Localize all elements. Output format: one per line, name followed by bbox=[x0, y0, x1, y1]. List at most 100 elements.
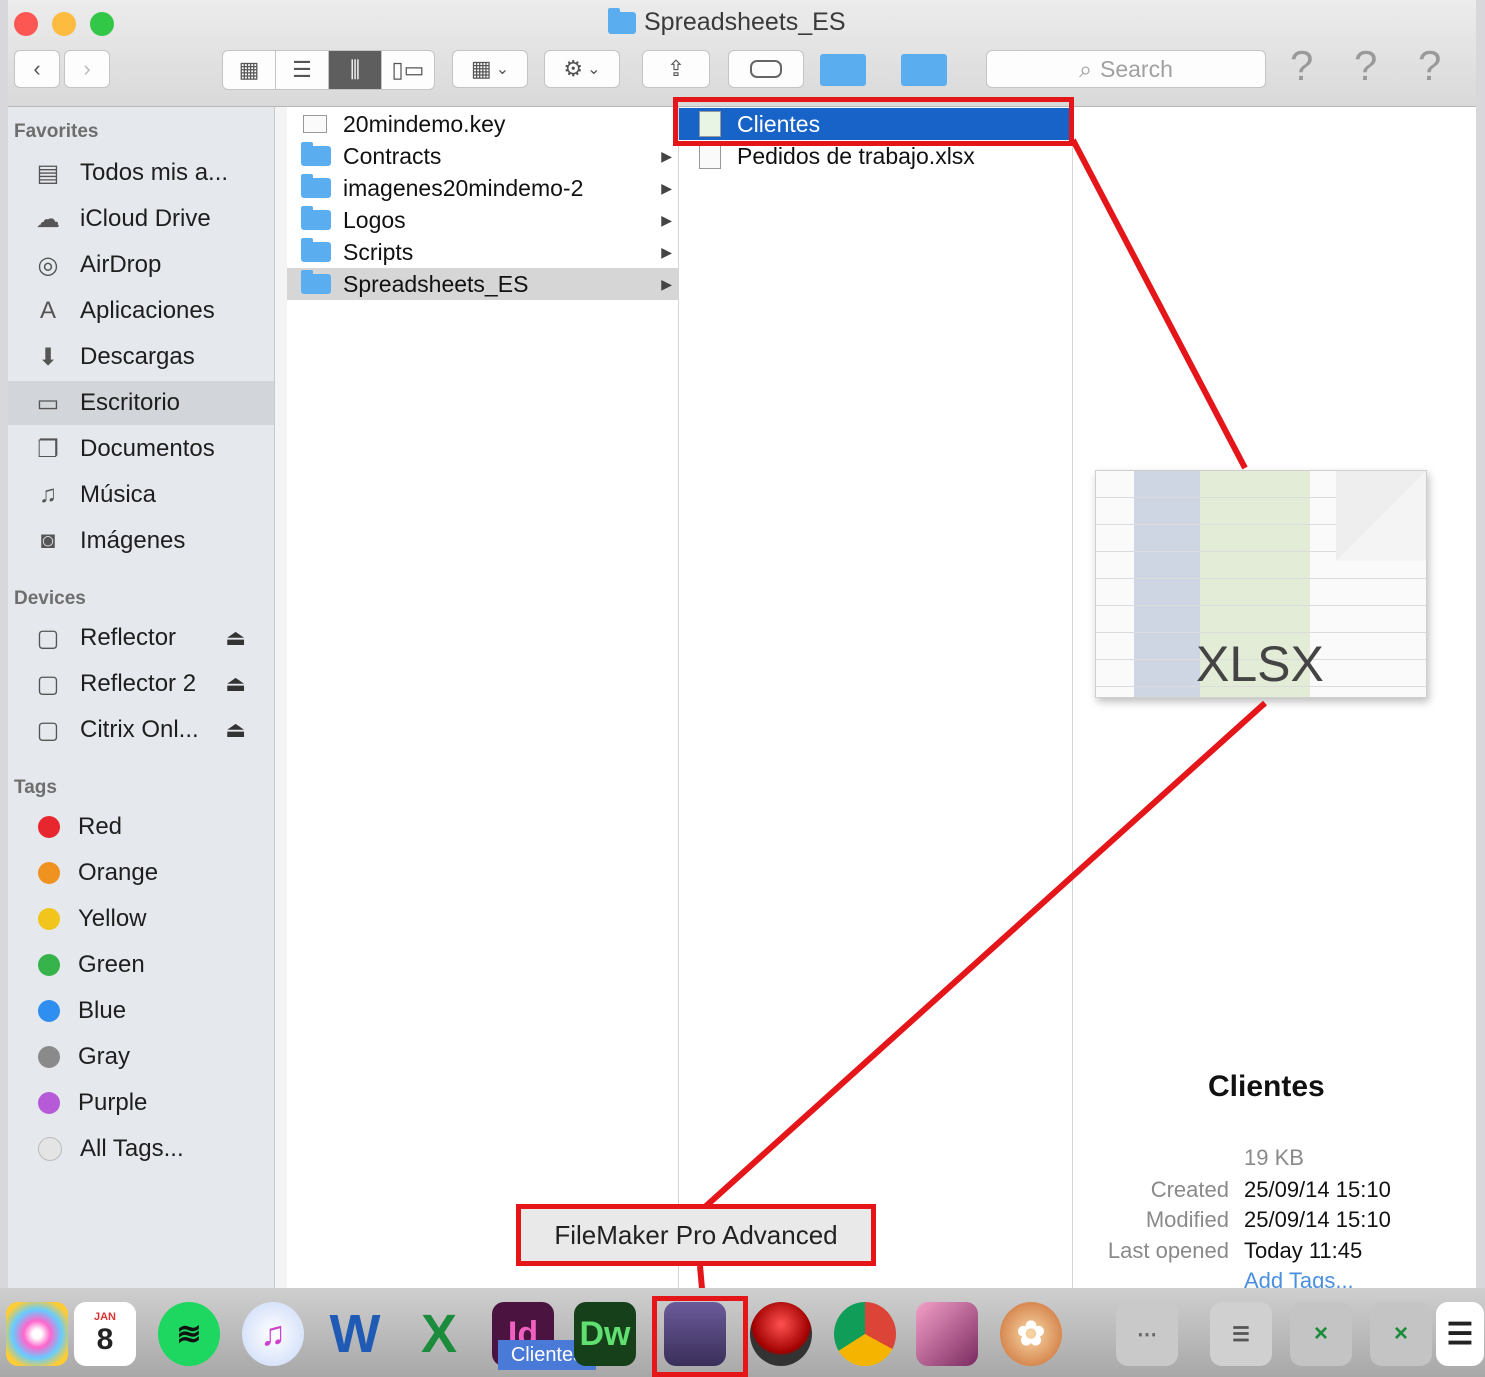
list-item[interactable]: imagenes20mindemo-2 ▶ bbox=[287, 172, 678, 204]
preview-size: 19 KB bbox=[1244, 1145, 1304, 1170]
search-icon: ⌕ bbox=[1079, 55, 1092, 82]
chrome-app-icon[interactable] bbox=[834, 1302, 896, 1366]
window-title: Spreadsheets_ES bbox=[608, 7, 846, 37]
sidebar-tag-gray[interactable]: Gray bbox=[8, 1035, 274, 1079]
help-icon[interactable]: ? bbox=[1418, 42, 1441, 90]
list-item[interactable]: Contracts ▶ bbox=[287, 140, 678, 172]
spotify-app-icon[interactable]: ≋ bbox=[158, 1302, 220, 1366]
airdrop-icon: ◎ bbox=[37, 251, 59, 279]
annotation-box bbox=[516, 1204, 876, 1266]
sidebar-item-airdrop[interactable]: ◎ AirDrop bbox=[8, 243, 274, 287]
record-app-icon[interactable] bbox=[750, 1302, 812, 1366]
sidebar-item-desktop[interactable]: ▭ Escritorio bbox=[8, 381, 274, 425]
keynote-file-icon bbox=[303, 115, 327, 133]
sidebar-tag-blue[interactable]: Blue bbox=[8, 989, 274, 1033]
download-icon: ⬇ bbox=[37, 343, 59, 371]
folder-icon[interactable] bbox=[901, 54, 947, 86]
chevron-down-icon: ⌄ bbox=[587, 61, 601, 78]
list-item[interactable]: Logos ▶ bbox=[287, 204, 678, 236]
calendar-app-icon[interactable]: JAN 8 bbox=[74, 1302, 136, 1366]
sidebar: Favorites ▤ Todos mis a... ☁ iCloud Drive … bbox=[8, 107, 275, 1300]
sidebar-item-documents[interactable]: ❐ Documentos bbox=[8, 427, 274, 471]
sidebar-item-pictures[interactable]: ◙ Imágenes bbox=[8, 519, 274, 563]
sidebar-item-device[interactable]: ▢ Citrix Onl... ⏏ bbox=[8, 708, 274, 752]
drive-icon: ▢ bbox=[36, 670, 60, 698]
eject-icon[interactable]: ⏏ bbox=[225, 717, 246, 743]
sidebar-item-device[interactable]: ▢ Reflector 2 ⏏ bbox=[8, 662, 274, 706]
spreadsheet-file-icon bbox=[699, 143, 721, 169]
toolbar: Spreadsheets_ES ‹ › ▦ ☰ ⫼ ▯▭ ▦ ⌄ ⚙ ⌄ ⇪ ⌕ Se… bbox=[8, 0, 1476, 107]
document-thumbnail-icon[interactable]: ☰ bbox=[1210, 1302, 1272, 1366]
tag-dot-icon bbox=[38, 1137, 62, 1161]
gear-icon: ⚙ bbox=[563, 56, 584, 81]
book-app-icon[interactable] bbox=[916, 1302, 978, 1366]
folder-icon[interactable] bbox=[820, 54, 866, 86]
notes-app-icon[interactable]: ☰ bbox=[1436, 1302, 1484, 1366]
share-button[interactable]: ⇪ bbox=[642, 50, 710, 88]
folder-icon bbox=[301, 270, 331, 294]
dreamweaver-app-icon[interactable]: Dw bbox=[574, 1302, 636, 1366]
list-view-icon[interactable]: ☰ bbox=[276, 51, 329, 89]
minimize-button[interactable] bbox=[52, 12, 76, 36]
disclosure-arrow-icon: ▶ bbox=[661, 179, 672, 196]
search-field[interactable]: ⌕ Search bbox=[986, 50, 1266, 88]
file-preview-thumbnail: XLSX bbox=[1095, 470, 1427, 698]
arrange-button[interactable]: ▦ ⌄ bbox=[452, 50, 528, 88]
forward-button[interactable]: › bbox=[64, 50, 110, 88]
tag-dot-icon bbox=[38, 816, 60, 838]
list-item-selected[interactable]: Spreadsheets_ES ▶ bbox=[287, 268, 678, 300]
chevron-down-icon: ⌄ bbox=[495, 61, 510, 78]
excel-app-icon[interactable]: X bbox=[408, 1302, 470, 1366]
word-app-icon[interactable]: W bbox=[324, 1302, 386, 1366]
flower-app-icon[interactable]: ✿ bbox=[1000, 1302, 1062, 1366]
action-button[interactable]: ⚙ ⌄ bbox=[544, 50, 620, 88]
document-thumbnail-icon[interactable]: ⋯ bbox=[1116, 1302, 1178, 1366]
sidebar-tag-orange[interactable]: Orange bbox=[8, 851, 274, 895]
sidebar-item-device[interactable]: ▢ Reflector ⏏ bbox=[8, 616, 274, 660]
modified-value: 25/09/14 15:10 bbox=[1244, 1207, 1391, 1232]
tag-dot-icon bbox=[38, 954, 60, 976]
column-view-icon[interactable]: ⫼ bbox=[329, 51, 382, 89]
eject-icon[interactable]: ⏏ bbox=[225, 671, 246, 697]
folder-icon bbox=[301, 174, 331, 198]
sidebar-tag-purple[interactable]: Purple bbox=[8, 1081, 274, 1125]
disclosure-arrow-icon: ▶ bbox=[661, 147, 672, 164]
drive-icon: ▢ bbox=[36, 716, 60, 744]
sidebar-item-music[interactable]: ♫ Música bbox=[8, 473, 274, 517]
sidebar-item-all-files[interactable]: ▤ Todos mis a... bbox=[8, 151, 274, 195]
close-button[interactable] bbox=[14, 12, 38, 36]
tag-dot-icon bbox=[38, 1000, 60, 1022]
sidebar-item-icloud[interactable]: ☁ iCloud Drive bbox=[8, 197, 274, 241]
itunes-app-icon[interactable]: ♫ bbox=[242, 1302, 304, 1366]
file-type-label: XLSX bbox=[1196, 636, 1324, 692]
tags-button[interactable] bbox=[728, 50, 804, 88]
apps-icon: A bbox=[39, 297, 56, 324]
zoom-button[interactable] bbox=[90, 12, 114, 36]
column-browser-1: 20mindemo.key Contracts ▶ imagenes20minde… bbox=[287, 107, 679, 1300]
spreadsheet-thumbnail-icon[interactable]: × bbox=[1290, 1302, 1352, 1366]
back-button[interactable]: ‹ bbox=[14, 50, 60, 88]
help-icon[interactable]: ? bbox=[1290, 42, 1313, 90]
eject-icon[interactable]: ⏏ bbox=[225, 625, 246, 651]
devices-header: Devices bbox=[14, 588, 86, 609]
share-icon: ⇪ bbox=[666, 56, 686, 81]
tag-dot-icon bbox=[38, 862, 60, 884]
column-browser-2: Clientes Pedidos de trabajo.xlsx bbox=[679, 107, 1073, 1300]
list-item[interactable]: 20mindemo.key bbox=[287, 108, 678, 140]
sidebar-tag-all[interactable]: All Tags... bbox=[8, 1127, 274, 1171]
sidebar-tag-yellow[interactable]: Yellow bbox=[8, 897, 274, 941]
sidebar-item-downloads[interactable]: ⬇ Descargas bbox=[8, 335, 274, 379]
drive-icon: ▢ bbox=[36, 624, 60, 652]
sidebar-tag-green[interactable]: Green bbox=[8, 943, 274, 987]
sidebar-tag-red[interactable]: Red bbox=[8, 805, 274, 849]
tag-dot-icon bbox=[38, 1046, 60, 1068]
list-item[interactable]: Scripts ▶ bbox=[287, 236, 678, 268]
coverflow-view-icon[interactable]: ▯▭ bbox=[382, 51, 434, 89]
grid-icon: ▦ bbox=[470, 56, 492, 81]
spreadsheet-thumbnail-icon[interactable]: × bbox=[1370, 1302, 1432, 1366]
last-opened-value: Today 11:45 bbox=[1244, 1238, 1363, 1263]
sidebar-item-applications[interactable]: A Aplicaciones bbox=[8, 289, 274, 333]
icon-view-icon[interactable]: ▦ bbox=[223, 51, 276, 89]
photos-app-icon[interactable] bbox=[6, 1302, 68, 1366]
help-icon[interactable]: ? bbox=[1354, 42, 1377, 90]
